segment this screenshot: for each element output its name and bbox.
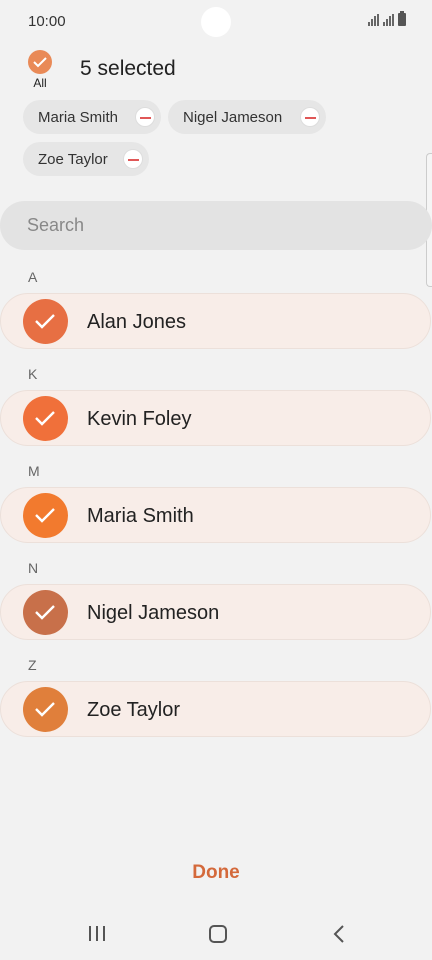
check-icon xyxy=(35,314,55,329)
contact-row[interactable]: Maria Smith xyxy=(0,487,431,543)
contact-name: Kevin Foley xyxy=(87,408,192,430)
contact-row[interactable]: Zoe Taylor xyxy=(0,681,431,737)
check-icon xyxy=(35,702,55,717)
section-letter: K xyxy=(28,366,38,382)
remove-icon[interactable] xyxy=(123,149,143,169)
signal-icon xyxy=(383,14,394,26)
chip-zoe-taylor: Zoe Taylor xyxy=(23,142,149,176)
contact-name: Zoe Taylor xyxy=(87,699,181,721)
checked-avatar xyxy=(23,493,68,538)
search-input[interactable]: Search xyxy=(0,201,432,250)
home-icon[interactable] xyxy=(209,925,227,943)
check-icon xyxy=(35,508,55,523)
camera-cutout xyxy=(201,7,231,37)
select-all-label: All xyxy=(33,76,47,90)
select-all-checkbox[interactable]: All xyxy=(26,50,54,90)
navigation-bar xyxy=(0,912,432,956)
chip-nigel-jameson: Nigel Jameson xyxy=(168,100,326,134)
contact-row[interactable]: Alan Jones xyxy=(0,293,431,349)
section-letter: Z xyxy=(28,657,37,673)
checked-avatar xyxy=(23,299,68,344)
status-bar: 10:00 xyxy=(0,0,432,44)
selected-count: 5 selected xyxy=(80,57,176,80)
checked-avatar xyxy=(23,396,68,441)
section-letter: M xyxy=(28,463,40,479)
check-icon xyxy=(28,50,52,74)
recent-apps-icon[interactable] xyxy=(89,926,105,941)
status-icons xyxy=(368,11,406,26)
battery-icon xyxy=(398,11,406,26)
chip-label: Zoe Taylor xyxy=(38,150,108,168)
done-button[interactable]: Done xyxy=(0,862,432,884)
contact-row[interactable]: Nigel Jameson xyxy=(0,584,431,640)
section-letter: A xyxy=(28,269,38,285)
chip-label: Nigel Jameson xyxy=(183,108,283,126)
section-letter: N xyxy=(28,560,39,576)
remove-icon[interactable] xyxy=(300,107,320,127)
chip-label: Maria Smith xyxy=(38,108,119,126)
contact-name: Nigel Jameson xyxy=(87,602,220,624)
checked-avatar xyxy=(23,590,68,635)
check-icon xyxy=(35,411,55,426)
contact-row[interactable]: Kevin Foley xyxy=(0,390,431,446)
back-icon[interactable] xyxy=(332,924,346,944)
contact-name: Maria Smith xyxy=(87,505,194,527)
contact-name: Alan Jones xyxy=(87,311,186,333)
remove-icon[interactable] xyxy=(135,107,155,127)
checked-avatar xyxy=(23,687,68,732)
search-placeholder: Search xyxy=(27,215,85,235)
chip-maria-smith: Maria Smith xyxy=(23,100,161,134)
check-icon xyxy=(35,605,55,620)
signal-icon xyxy=(368,14,379,26)
status-time: 10:00 xyxy=(28,13,66,30)
